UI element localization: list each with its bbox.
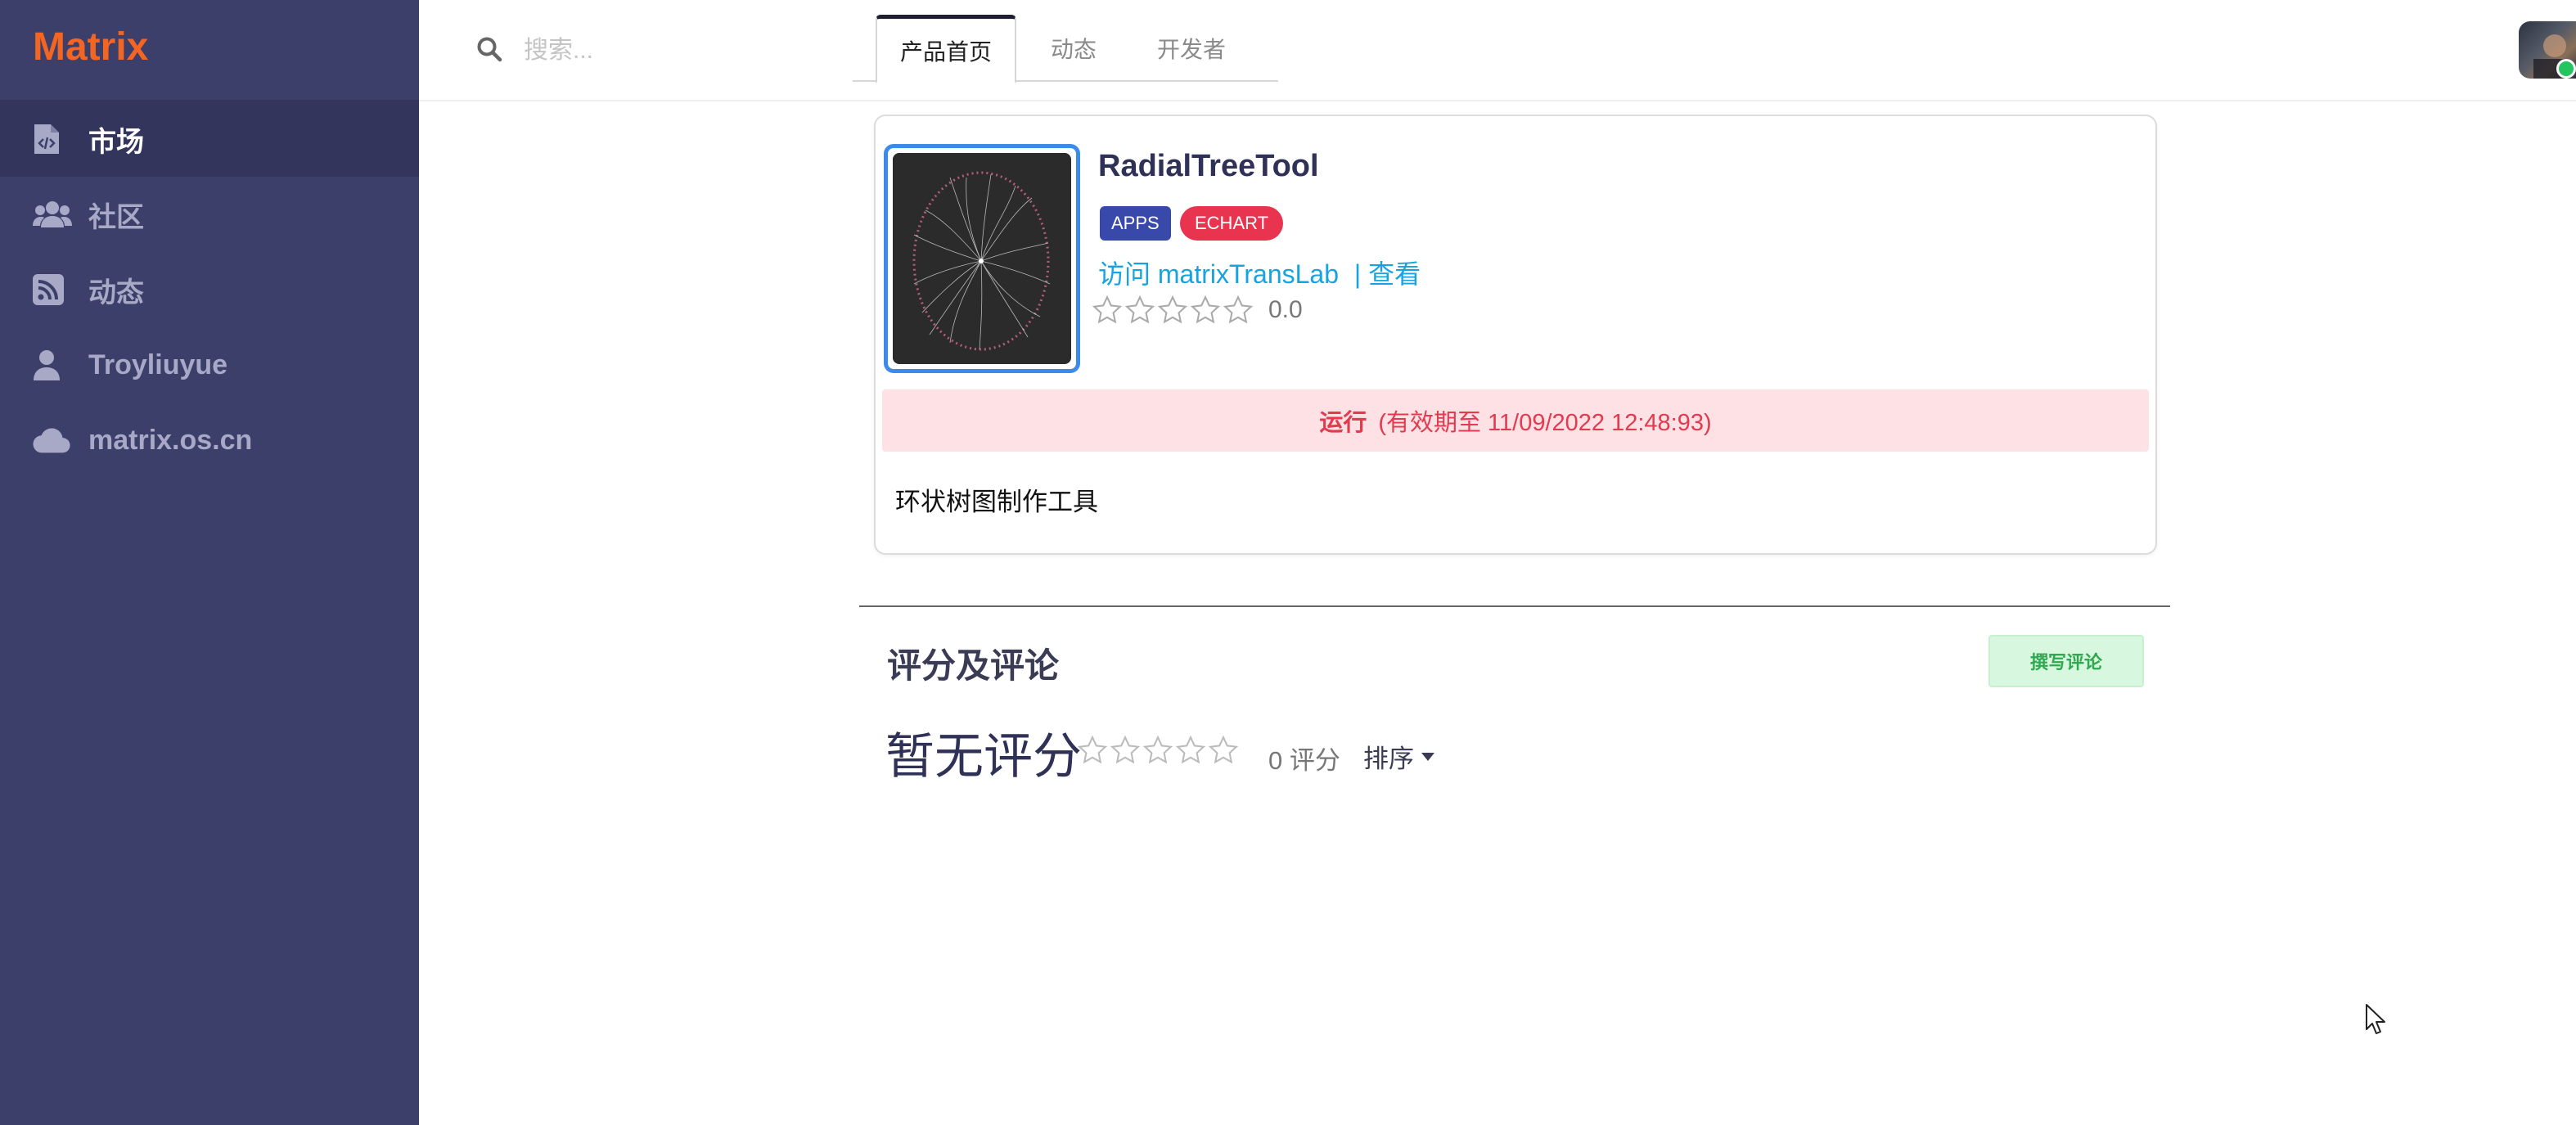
radial-tree-preview-image [893, 153, 1071, 364]
product-title: RadialTreeTool [1098, 149, 1319, 183]
star-empty-icon [1175, 735, 1206, 764]
write-review-button[interactable]: 撰写评论 [1988, 635, 2144, 687]
tab-bar: 产品首页 动态 开发者 [853, 15, 1278, 83]
product-card: RadialTreeTool APPS ECHART 访问 matrixTran… [874, 115, 2157, 555]
tab-product-home[interactable]: 产品首页 [876, 15, 1016, 83]
star-empty-icon [1110, 735, 1141, 764]
tag-echart[interactable]: ECHART [1180, 206, 1284, 241]
star-empty-icon [1208, 735, 1239, 764]
tag-apps[interactable]: APPS [1100, 206, 1171, 241]
product-thumbnail[interactable] [884, 144, 1080, 373]
sidebar-item-label: 动态 [88, 277, 144, 308]
users-icon [33, 196, 72, 232]
reviews-divider [859, 605, 2170, 607]
status-detail: (有效期至 11/09/2022 12:48:93) [1378, 410, 1712, 436]
rating-value: 0.0 [1268, 296, 1303, 323]
sidebar-item-site[interactable]: matrix.os.cn [0, 403, 419, 478]
sidebar-item-community[interactable]: 社区 [0, 177, 419, 252]
reviews-title: 评分及评论 [887, 646, 1060, 685]
sidebar-item-market[interactable]: 市场 [0, 101, 419, 177]
rss-icon [33, 272, 72, 308]
star-empty-icon[interactable] [1190, 295, 1221, 326]
sidebar-item-label: matrix.os.cn [88, 424, 253, 456]
sort-dropdown[interactable]: 排序 [1363, 738, 1435, 775]
online-status-dot [2556, 59, 2576, 79]
tab-developer[interactable]: 开发者 [1142, 15, 1241, 82]
product-links: 访问 matrixTransLab | 查看 [1098, 254, 1421, 291]
tab-activity[interactable]: 动态 [1033, 15, 1115, 82]
sidebar-item-user[interactable]: Troyliuyue [0, 327, 419, 403]
user-icon [33, 347, 72, 383]
search-icon [476, 36, 502, 66]
star-empty-icon [1077, 735, 1108, 764]
status-label[interactable]: 运行 [1319, 403, 1367, 438]
sidebar-item-activity[interactable]: 动态 [0, 252, 419, 327]
mouse-cursor-icon [2366, 1004, 2385, 1034]
sidebar-item-label: 市场 [88, 126, 144, 158]
search-input[interactable] [524, 29, 835, 72]
star-empty-icon[interactable] [1157, 295, 1188, 326]
status-banner: 运行 (有效期至 11/09/2022 12:48:93) [882, 389, 2149, 452]
rating-count: 0 评分 [1268, 746, 1340, 775]
sidebar: Matrix 市场 社区 动态 Troyliuyue matrix.os.cn [0, 0, 419, 1125]
cloud-icon [33, 422, 72, 458]
star-empty-icon [1142, 735, 1173, 764]
product-description: 环状树图制作工具 [895, 488, 1098, 516]
no-rating-text: 暂无评分 [885, 729, 1082, 784]
star-empty-icon[interactable] [1223, 295, 1254, 326]
code-file-icon [33, 121, 72, 157]
product-rating: 0.0 [1092, 295, 1303, 326]
app-logo[interactable]: Matrix [33, 25, 148, 70]
star-empty-icon[interactable] [1124, 295, 1155, 326]
caret-down-icon [1421, 752, 1434, 761]
header-divider [419, 100, 2576, 101]
visit-link[interactable]: 访问 matrixTransLab [1098, 259, 1339, 289]
sidebar-item-label: 社区 [88, 201, 144, 233]
reviews-stars [1077, 735, 1241, 766]
star-empty-icon[interactable] [1092, 295, 1123, 326]
sort-label: 排序 [1363, 745, 1414, 773]
view-link[interactable]: | 查看 [1354, 259, 1421, 289]
sidebar-item-label: Troyliuyue [88, 349, 228, 380]
